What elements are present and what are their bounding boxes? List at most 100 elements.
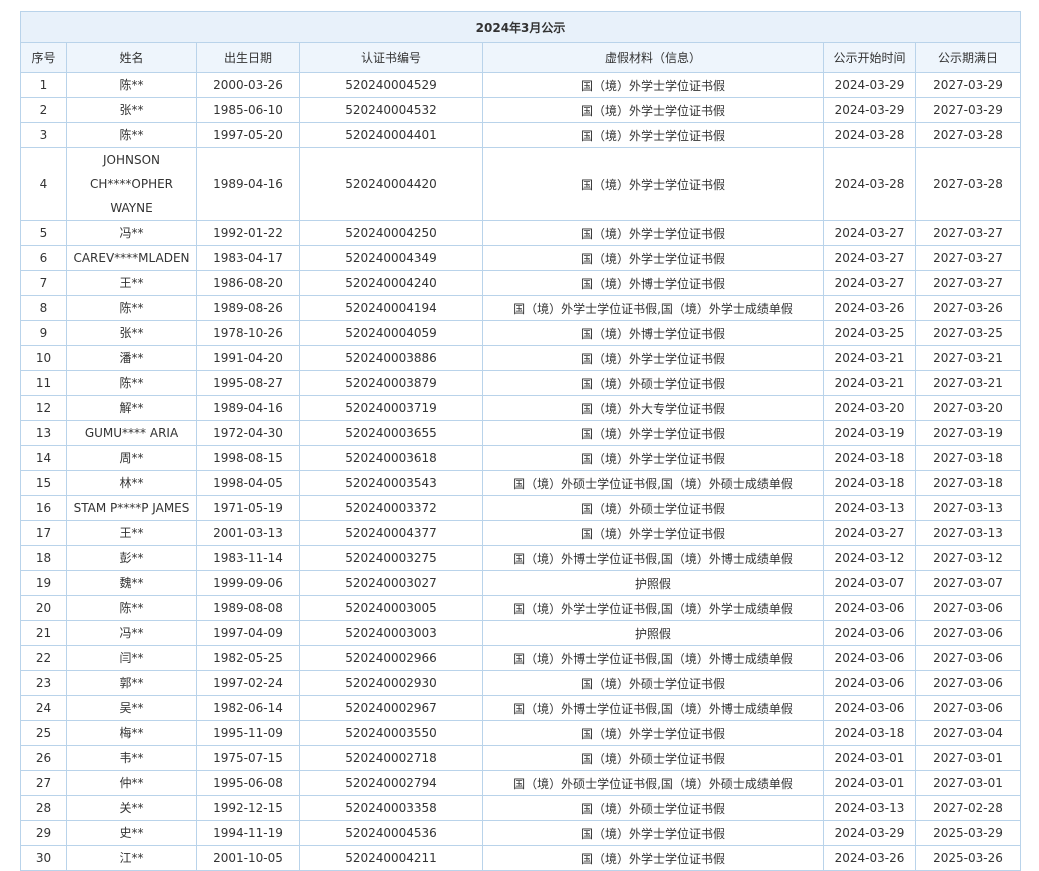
birth-date: 1991-04-20 xyxy=(196,345,300,371)
certificate-number: 520240004420 xyxy=(299,147,483,221)
table-row: 18 彭** 1983-11-14 520240003275 国（境）外博士学位证书假,… xyxy=(20,545,1022,571)
publicity-expiry-date: 2025-03-26 xyxy=(914,845,1022,871)
column-header-birth-date: 出生日期 xyxy=(196,42,300,73)
publicity-expiry-date: 2027-03-13 xyxy=(914,520,1022,546)
publicity-expiry-date: 2027-03-28 xyxy=(914,122,1022,148)
person-name: 陈** xyxy=(66,370,197,396)
certificate-number: 520240004250 xyxy=(299,220,483,246)
table-row: 14 周** 1998-08-15 520240003618 国（境）外学士学位证书假 2… xyxy=(20,445,1022,471)
person-name: 周** xyxy=(66,445,197,471)
row-index: 8 xyxy=(20,295,67,321)
person-name: 潘** xyxy=(66,345,197,371)
publicity-expiry-date: 2027-03-29 xyxy=(914,72,1022,98)
birth-date: 1997-04-09 xyxy=(196,620,300,646)
table-title: 2024年3月公示 xyxy=(19,11,1022,43)
publicity-start-date: 2024-03-27 xyxy=(823,245,916,271)
table-row: 28 关** 1992-12-15 520240003358 国（境）外硕士学位证书假 2… xyxy=(20,795,1022,821)
birth-date: 1995-06-08 xyxy=(196,770,300,796)
publicity-table-container: 2024年3月公示 序号 姓名 出生日期 认证书编号 虚假材料（信息） 公示开始… xyxy=(19,11,1022,871)
publicity-expiry-date: 2027-03-20 xyxy=(914,395,1022,421)
table-row: 25 梅** 1995-11-09 520240003550 国（境）外学士学位证书假 2… xyxy=(20,720,1022,746)
row-index: 14 xyxy=(20,445,67,471)
person-name: 韦** xyxy=(66,745,197,771)
publicity-start-date: 2024-03-01 xyxy=(823,770,916,796)
publicity-expiry-date: 2027-03-07 xyxy=(914,570,1022,596)
publicity-expiry-date: 2027-03-13 xyxy=(914,495,1022,521)
birth-date: 1983-04-17 xyxy=(196,245,300,271)
column-header-false-material: 虚假材料（信息） xyxy=(482,42,824,73)
table-row: 2 张** 1985-06-10 520240004532 国（境）外学士学位证书假 20… xyxy=(20,97,1022,123)
row-index: 3 xyxy=(20,122,67,148)
false-material: 国（境）外硕士学位证书假 xyxy=(482,370,824,396)
false-material: 国（境）外博士学位证书假,国（境）外博士成绩单假 xyxy=(482,545,824,571)
certificate-number: 520240004377 xyxy=(299,520,483,546)
false-material: 国（境）外硕士学位证书假,国（境）外硕士成绩单假 xyxy=(482,470,824,496)
publicity-start-date: 2024-03-28 xyxy=(823,122,916,148)
row-index: 19 xyxy=(20,570,67,596)
person-name: 吴** xyxy=(66,695,197,721)
birth-date: 1995-08-27 xyxy=(196,370,300,396)
person-name: 郭** xyxy=(66,670,197,696)
table-body: 1 陈** 2000-03-26 520240004529 国（境）外学士学位证书假 20… xyxy=(20,72,1022,871)
row-index: 11 xyxy=(20,370,67,396)
birth-date: 1989-04-16 xyxy=(196,147,300,221)
false-material: 国（境）外学士学位证书假 xyxy=(482,72,824,98)
false-material: 国（境）外学士学位证书假,国（境）外学士成绩单假 xyxy=(482,595,824,621)
table-row: 12 解** 1989-04-16 520240003719 国（境）外大专学位证书假 2… xyxy=(20,395,1022,421)
birth-date: 1986-08-20 xyxy=(196,270,300,296)
certificate-number: 520240003719 xyxy=(299,395,483,421)
row-index: 21 xyxy=(20,620,67,646)
birth-date: 1985-06-10 xyxy=(196,97,300,123)
row-index: 20 xyxy=(20,595,67,621)
person-name: 王** xyxy=(66,270,197,296)
publicity-expiry-date: 2027-03-27 xyxy=(914,220,1022,246)
person-name: 江** xyxy=(66,845,197,871)
table-row: 6 CAREV****MLADEN 1983-04-17 520240004349 国（… xyxy=(20,245,1022,271)
birth-date: 1998-08-15 xyxy=(196,445,300,471)
column-header-certificate-number: 认证书编号 xyxy=(299,42,483,73)
table-row: 5 冯** 1992-01-22 520240004250 国（境）外学士学位证书假 20… xyxy=(20,220,1022,246)
false-material: 国（境）外硕士学位证书假 xyxy=(482,670,824,696)
table-row: 29 史** 1994-11-19 520240004536 国（境）外学士学位证书假 2… xyxy=(20,820,1022,846)
publicity-expiry-date: 2027-03-06 xyxy=(914,620,1022,646)
birth-date: 1989-08-26 xyxy=(196,295,300,321)
false-material: 国（境）外学士学位证书假 xyxy=(482,820,824,846)
column-header-start-date: 公示开始时间 xyxy=(823,42,916,73)
table-row: 26 韦** 1975-07-15 520240002718 国（境）外硕士学位证书假 2… xyxy=(20,745,1022,771)
certificate-number: 520240004059 xyxy=(299,320,483,346)
certificate-number: 520240002967 xyxy=(299,695,483,721)
person-name: CAREV****MLADEN xyxy=(66,245,197,271)
table-row: 17 王** 2001-03-13 520240004377 国（境）外学士学位证书假 2… xyxy=(20,520,1022,546)
table-row: 7 王** 1986-08-20 520240004240 国（境）外博士学位证书假 20… xyxy=(20,270,1022,296)
false-material: 国（境）外学士学位证书假 xyxy=(482,245,824,271)
publicity-start-date: 2024-03-19 xyxy=(823,420,916,446)
row-index: 18 xyxy=(20,545,67,571)
false-material: 国（境）外学士学位证书假 xyxy=(482,147,824,221)
row-index: 15 xyxy=(20,470,67,496)
row-index: 7 xyxy=(20,270,67,296)
birth-date: 1992-01-22 xyxy=(196,220,300,246)
table-row: 4 JOHNSON CH****OPHER WAYNE 1989-04-16 5202… xyxy=(20,147,1022,221)
publicity-start-date: 2024-03-20 xyxy=(823,395,916,421)
table-row: 19 魏** 1999-09-06 520240003027 护照假 2024-03-07… xyxy=(20,570,1022,596)
publicity-start-date: 2024-03-25 xyxy=(823,320,916,346)
publicity-start-date: 2024-03-07 xyxy=(823,570,916,596)
row-index: 26 xyxy=(20,745,67,771)
row-index: 4 xyxy=(20,147,67,221)
false-material: 国（境）外学士学位证书假,国（境）外学士成绩单假 xyxy=(482,295,824,321)
person-name: 陈** xyxy=(66,72,197,98)
publicity-start-date: 2024-03-26 xyxy=(823,295,916,321)
false-material: 国（境）外学士学位证书假 xyxy=(482,720,824,746)
birth-date: 1989-04-16 xyxy=(196,395,300,421)
table-row: 20 陈** 1989-08-08 520240003005 国（境）外学士学位证书假,… xyxy=(20,595,1022,621)
row-index: 23 xyxy=(20,670,67,696)
false-material: 国（境）外硕士学位证书假 xyxy=(482,495,824,521)
publicity-expiry-date: 2027-03-27 xyxy=(914,245,1022,271)
table-row: 27 仲** 1995-06-08 520240002794 国（境）外硕士学位证书假,… xyxy=(20,770,1022,796)
person-name: 张** xyxy=(66,97,197,123)
row-index: 2 xyxy=(20,97,67,123)
birth-date: 1978-10-26 xyxy=(196,320,300,346)
publicity-start-date: 2024-03-26 xyxy=(823,845,916,871)
false-material: 国（境）外硕士学位证书假 xyxy=(482,795,824,821)
birth-date: 2000-03-26 xyxy=(196,72,300,98)
